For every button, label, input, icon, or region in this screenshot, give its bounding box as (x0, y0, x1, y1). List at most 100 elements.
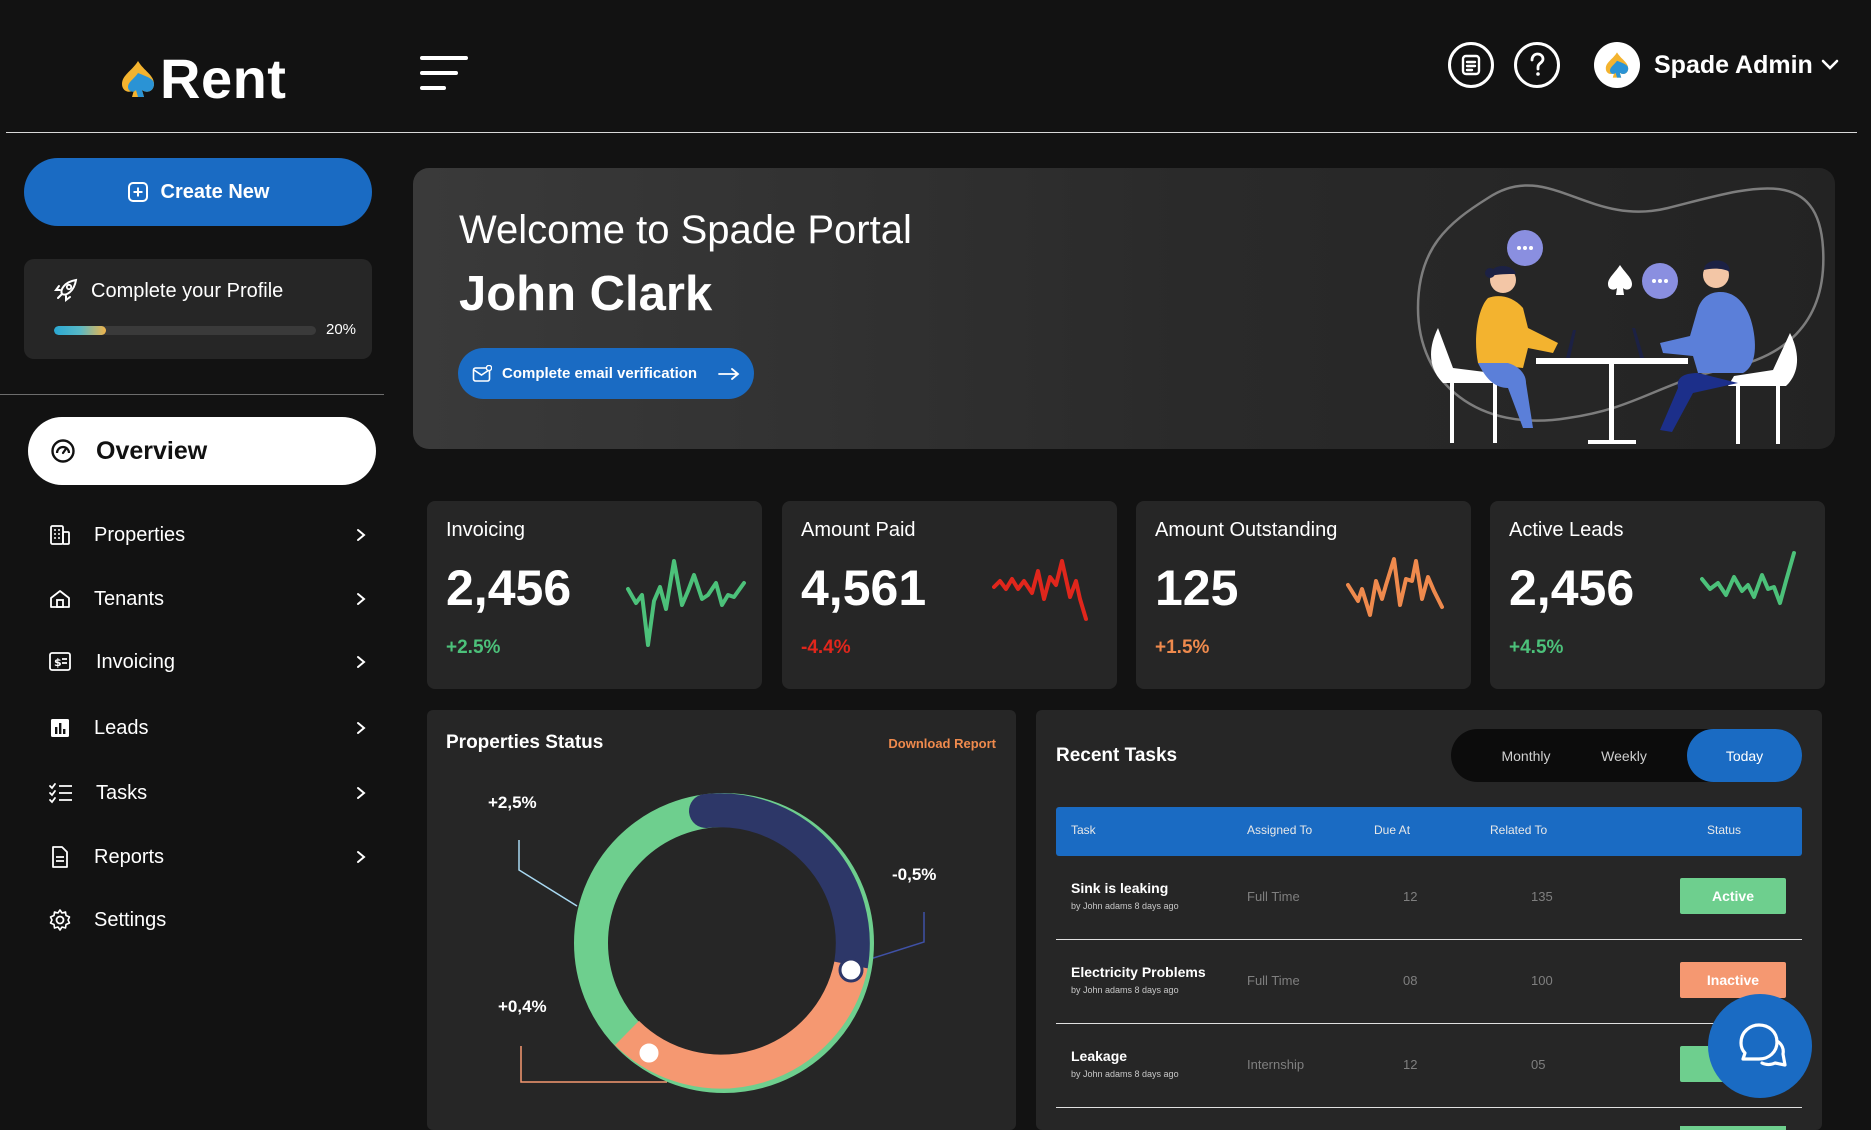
user-menu[interactable]: Spade Admin (1594, 42, 1839, 88)
profile-percent: 20% (326, 321, 357, 338)
document-icon (52, 846, 68, 868)
chevron-down-icon (1821, 59, 1839, 70)
period-selector: Monthly Weekly Today (1451, 729, 1802, 782)
stat-title: Active Leads (1509, 519, 1624, 541)
task-due: 12 (1403, 889, 1418, 904)
table-row-partial (1056, 1122, 1802, 1130)
sidebar-item-label: Invoicing (96, 650, 175, 673)
sidebar-item-leads[interactable]: Leads (48, 708, 368, 748)
task-name: Electricity Problems (1071, 964, 1206, 980)
sidebar-item-overview[interactable]: Overview (28, 417, 376, 485)
donut-label: +0,4% (498, 997, 547, 1016)
welcome-title: Welcome to Spade Portal (459, 208, 912, 252)
recent-tasks-panel: Recent Tasks Monthly Weekly Today Task A… (1036, 710, 1822, 1130)
meeting-illustration (1416, 184, 1825, 444)
stat-title: Amount Outstanding (1155, 519, 1338, 541)
top-header: Rent Spade Admin (0, 0, 1871, 133)
chevron-right-icon (357, 529, 366, 541)
tab-today[interactable]: Today (1687, 729, 1802, 782)
task-assigned: Internship (1247, 1057, 1305, 1072)
task-assigned: Full Time (1247, 973, 1300, 988)
sidebar-item-label: Tenants (94, 587, 165, 610)
chevron-right-icon (357, 593, 366, 605)
donut-marker (838, 957, 864, 983)
bar-chart-icon (51, 719, 69, 737)
sparkline-icon (626, 559, 746, 647)
column-header[interactable]: Related To (1490, 823, 1547, 837)
stat-change: +2.5% (446, 637, 501, 658)
sidebar-item-properties[interactable]: Properties (48, 515, 368, 555)
stat-value: 4,561 (801, 560, 927, 616)
chevron-right-icon (357, 851, 366, 863)
task-meta: by John adams 8 days ago (1071, 1069, 1179, 1079)
donut-label: +2,5% (488, 793, 537, 812)
sidebar-item-invoicing[interactable]: $ Invoicing (48, 642, 368, 682)
sidebar-item-tenants[interactable]: Tenants (48, 579, 368, 619)
chevron-right-icon (357, 722, 366, 734)
task-name: Sink is leaking (1071, 880, 1169, 896)
sidebar-item-reports[interactable]: Reports (48, 837, 368, 877)
profile-completion-card[interactable]: Complete your Profile 20% (24, 259, 372, 359)
help-icon[interactable] (1514, 42, 1560, 88)
table-row[interactable]: Electricity Problems by John adams 8 day… (1056, 940, 1802, 1024)
panel-title: Recent Tasks (1056, 745, 1178, 766)
profile-progress-fill (54, 326, 107, 335)
table-row[interactable]: Sink is leaking by John adams 8 days ago… (1056, 856, 1802, 940)
stat-card-amount-outstanding[interactable]: Amount Outstanding 125 +1.5% (1136, 501, 1471, 689)
donut-chart (518, 793, 925, 1093)
stat-value: 2,456 (446, 560, 572, 616)
stat-title: Invoicing (446, 519, 525, 541)
tasks-table-header: Task Assigned To Due At Related To Statu… (1056, 807, 1802, 856)
sidebar-item-tasks[interactable]: Tasks (48, 773, 368, 813)
sparkline-icon (1346, 557, 1444, 617)
column-header[interactable]: Task (1071, 823, 1096, 837)
status-badge[interactable]: Active (1680, 878, 1786, 914)
stat-card-amount-paid[interactable]: Amount Paid 4,561 -4.4% (782, 501, 1117, 689)
stat-card-active-leads[interactable]: Active Leads 2,456 +4.5% (1490, 501, 1825, 689)
task-related: 135 (1531, 889, 1553, 904)
donut-segment-navy (689, 793, 870, 982)
column-header[interactable]: Assigned To (1247, 823, 1312, 837)
stat-card-invoicing[interactable]: Invoicing 2,456 +2.5% (427, 501, 762, 689)
column-header[interactable]: Status (1707, 823, 1741, 837)
status-badge[interactable]: Inactive (1680, 962, 1786, 998)
email-verification-button[interactable]: Complete email verification (458, 348, 754, 399)
task-related: 05 (1531, 1057, 1546, 1072)
menu-toggle-button[interactable] (420, 56, 470, 100)
arrow-right-icon (718, 367, 740, 380)
sidebar-item-settings[interactable]: Settings (48, 900, 368, 940)
app-logo[interactable]: Rent (120, 46, 286, 111)
leader-line (518, 840, 578, 907)
status-badge (1680, 1126, 1786, 1130)
create-new-button[interactable]: Create New (24, 158, 372, 226)
sidebar-item-label: Settings (94, 908, 167, 931)
stat-value: 2,456 (1509, 560, 1635, 616)
table-row[interactable]: Leakage by John adams 8 days ago Interns… (1056, 1024, 1802, 1108)
gear-icon (49, 909, 71, 931)
notes-icon[interactable] (1448, 42, 1494, 88)
chat-button[interactable] (1708, 994, 1812, 1098)
task-assigned: Full Time (1247, 889, 1300, 904)
task-meta: by John adams 8 days ago (1071, 901, 1179, 911)
header-divider (6, 132, 1857, 133)
mail-check-icon (472, 364, 492, 382)
create-new-label: Create New (160, 180, 270, 203)
sidebar-item-label: Properties (94, 523, 186, 546)
donut-label: -0,5% (892, 865, 937, 884)
sidebar-item-label: Reports (94, 845, 165, 868)
sidebar-item-label: Leads (94, 716, 149, 739)
properties-status-panel: Properties Status Download Report +2,5% … (427, 710, 1016, 1130)
column-header[interactable]: Due At (1374, 823, 1410, 837)
donut-marker (636, 1040, 662, 1066)
chevron-right-icon (357, 656, 366, 668)
sidebar-item-label: Tasks (96, 781, 148, 804)
logo-text: Rent (160, 47, 287, 110)
spade-logo-icon (1605, 52, 1629, 78)
welcome-user-name: John Clark (459, 267, 713, 321)
tab-weekly[interactable]: Weekly (1564, 729, 1684, 782)
task-due: 08 (1403, 973, 1418, 988)
stat-title: Amount Paid (801, 519, 916, 541)
sparkline-icon (1700, 551, 1796, 605)
chevron-right-icon (357, 787, 366, 799)
stat-change: +4.5% (1509, 637, 1564, 658)
